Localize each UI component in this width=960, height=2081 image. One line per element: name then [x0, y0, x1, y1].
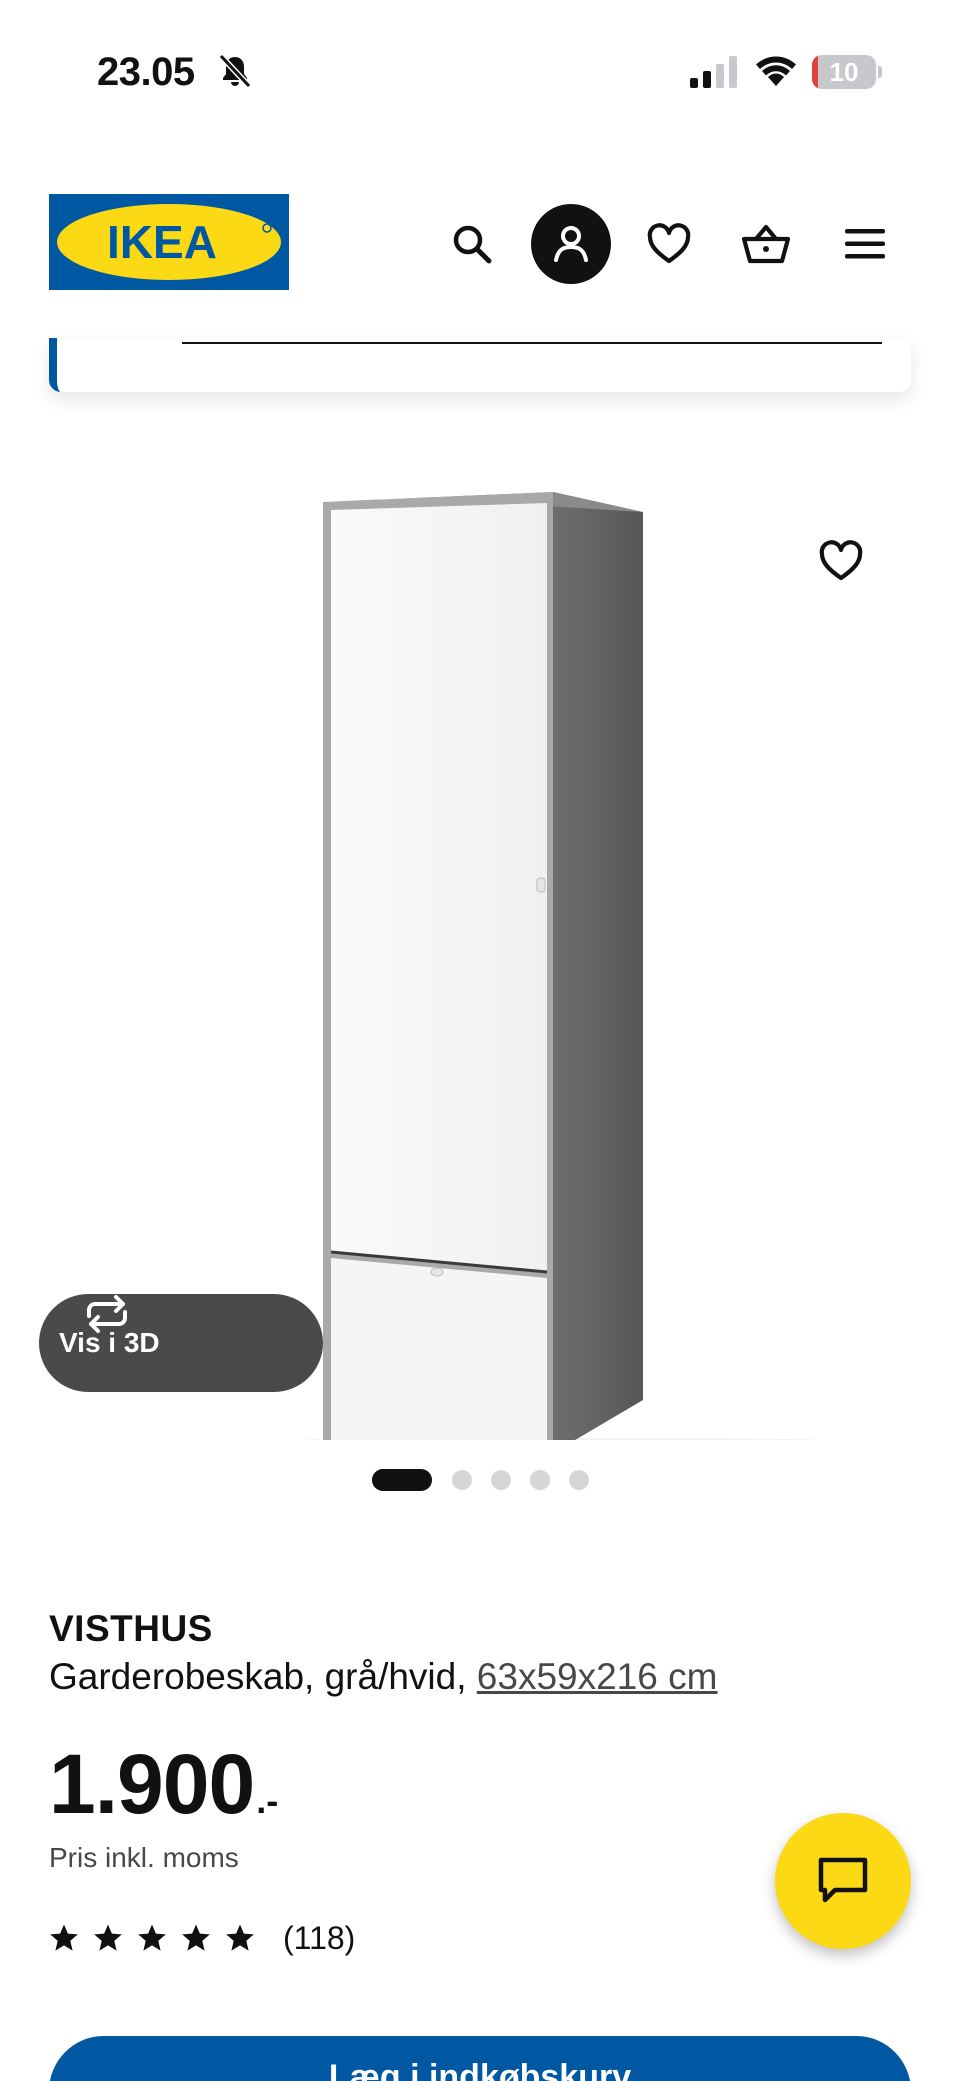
wifi-icon [756, 56, 796, 86]
carousel-dot[interactable] [491, 1470, 511, 1490]
product-rating[interactable]: (118) [49, 1918, 355, 1958]
price-vat-note: Pris inkl. moms [49, 1842, 239, 1873]
rating-count: (118) [283, 1919, 356, 1956]
status-bar: 23.05 10 [0, 0, 960, 140]
logo-text: IKEA [107, 216, 217, 268]
bell-off-icon [218, 53, 252, 89]
star-icon [94, 1924, 122, 1951]
cellular-signal-icon [690, 56, 737, 88]
star-icon [182, 1924, 210, 1951]
status-time: 23.05 [97, 50, 195, 94]
carousel-dots[interactable] [372, 1468, 608, 1492]
banner-link-underline [182, 342, 882, 344]
battery-level: 10 [829, 57, 859, 87]
add-to-cart-button[interactable]: Læg i indkøbskurv [49, 2036, 911, 2081]
price-integer: 1.900 [49, 1737, 255, 1831]
favourites-button[interactable] [629, 204, 709, 284]
carousel-dot-active[interactable] [372, 1469, 432, 1491]
cart-button[interactable] [726, 204, 806, 284]
heart-icon [819, 540, 863, 581]
search-button[interactable] [432, 204, 512, 284]
star-icon [138, 1924, 166, 1951]
product-description: Garderobeskab, grå/hvid, 63x59x216 cm [49, 1656, 717, 1698]
carousel-dot[interactable] [530, 1470, 550, 1490]
price-suffix: .- [256, 1780, 279, 1821]
chat-icon [818, 1857, 868, 1903]
menu-button[interactable] [825, 204, 905, 284]
star-icon [226, 1924, 254, 1951]
product-name: VISTHUS [49, 1608, 213, 1649]
chat-button[interactable] [775, 1813, 911, 1949]
battery-indicator: 10 [812, 55, 882, 89]
wardrobe-image [300, 492, 820, 1440]
cart-icon [741, 224, 791, 264]
view-in-3d-button[interactable]: Vis i 3D [39, 1294, 323, 1392]
heart-icon [647, 223, 691, 264]
carousel-dot[interactable] [452, 1470, 472, 1490]
menu-icon [845, 229, 885, 259]
ikea-logo[interactable]: IKEA [49, 194, 289, 290]
account-button[interactable] [531, 204, 611, 284]
rotate-3d-icon [87, 1295, 127, 1333]
site-header: IKEA [0, 190, 960, 290]
product-type-color: Garderobeskab, grå/hvid, [49, 1656, 477, 1697]
search-icon [453, 225, 492, 264]
product-size-link[interactable]: 63x59x216 cm [477, 1656, 718, 1697]
info-banner[interactable] [49, 338, 911, 392]
product-gallery[interactable]: Vis i 3D [0, 440, 960, 1440]
account-icon [554, 226, 588, 262]
product-price: 1.900 .- [49, 1736, 278, 1833]
add-to-favourites-button[interactable] [818, 540, 906, 628]
carousel-dot[interactable] [569, 1470, 589, 1490]
star-icon [50, 1924, 78, 1951]
